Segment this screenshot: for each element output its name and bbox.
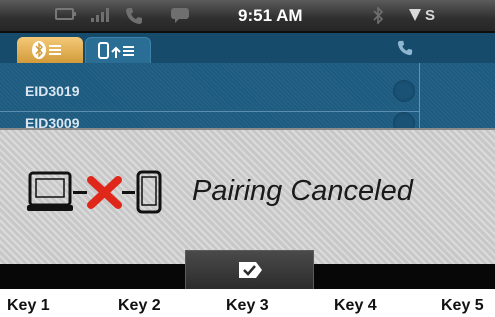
row-divider bbox=[0, 111, 419, 112]
confirm-button[interactable] bbox=[185, 250, 314, 289]
key-2-label: Key 2 bbox=[118, 297, 161, 314]
network-strength-icon bbox=[408, 8, 422, 27]
signal-icon bbox=[90, 7, 112, 28]
pairing-canceled-dialog: Pairing Canceled bbox=[0, 128, 495, 264]
key-4-label: Key 4 bbox=[334, 297, 377, 314]
phone-handset-icon bbox=[125, 7, 143, 30]
status-bar: 9:51 AM S bbox=[0, 0, 495, 33]
message-icon bbox=[170, 7, 190, 29]
laptop-x-phone-icon bbox=[27, 170, 162, 214]
status-time: 9:51 AM bbox=[238, 6, 303, 25]
background-screen: EID3019 EID3009 bbox=[0, 33, 495, 134]
key-1-label: Key 1 bbox=[7, 297, 50, 314]
phone-column-icon bbox=[397, 40, 413, 61]
device-call-button[interactable] bbox=[393, 80, 415, 102]
key-3-label: Key 3 bbox=[226, 297, 269, 314]
dialog-title: Pairing Canceled bbox=[192, 175, 413, 207]
bluetooth-icon bbox=[372, 6, 384, 29]
key-5-label: Key 5 bbox=[441, 297, 484, 314]
tab-phone-transfer[interactable] bbox=[85, 37, 151, 63]
tab-bluetooth-devices[interactable] bbox=[17, 37, 83, 63]
device-row[interactable]: EID3019 bbox=[25, 83, 79, 99]
bluetooth-list-icon bbox=[32, 41, 61, 59]
phone-transfer-icon bbox=[98, 42, 134, 59]
tab-strip bbox=[0, 33, 495, 63]
status-indicator-text: S bbox=[425, 7, 436, 24]
battery-icon bbox=[55, 7, 77, 26]
column-divider bbox=[419, 63, 420, 128]
check-icon bbox=[239, 262, 262, 278]
